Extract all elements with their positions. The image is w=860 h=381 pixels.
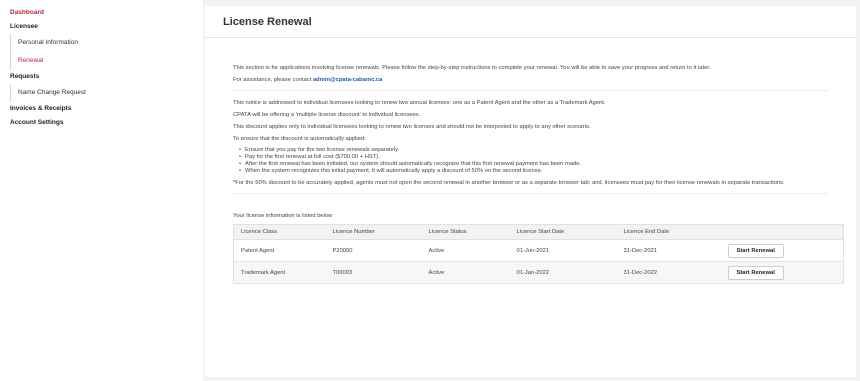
cell-action: Start Renewal <box>720 261 844 284</box>
notice-3: This discount applies only to individual… <box>233 124 591 130</box>
sidebar-item-name-change-request[interactable]: Name Change Request <box>18 84 203 102</box>
header-licence-start-date: Licence Start Date <box>509 224 617 240</box>
intro-text: This section is for applications involvi… <box>233 65 711 71</box>
sidebar-section-licensee[interactable]: Licensee <box>0 20 203 34</box>
sidebar-section-requests[interactable]: Requests <box>0 70 203 84</box>
requests-submenu: Name Change Request <box>10 84 203 102</box>
table-header-row: Licence Class Licence Number Licence Sta… <box>233 224 844 240</box>
discount-steps-list: Ensure that you pay for the two license … <box>239 147 828 175</box>
divider <box>233 90 828 91</box>
cell-end-date: 31-Dec-2021 <box>616 239 721 262</box>
header-licence-end-date: Licence End Date <box>616 224 721 240</box>
cell-start-date: 01-Jan-2022 <box>509 261 617 284</box>
table-row: Trademark Agent T00003 Active 01-Jan-202… <box>233 261 844 284</box>
sidebar-item-account-settings[interactable]: Account Settings <box>0 116 203 130</box>
sidebar-item-invoices-receipts[interactable]: Invoices & Receipts <box>0 102 203 116</box>
main-content: License Renewal This section is for appl… <box>203 0 860 381</box>
cell-action: Start Renewal <box>720 239 844 262</box>
cell-licence-status: Active <box>421 239 510 262</box>
card-header: License Renewal <box>205 6 856 38</box>
notice-4: To ensure that the discount is automatic… <box>233 136 366 142</box>
notice-2: CPATA will be offering a 'multiple licen… <box>233 112 421 118</box>
cell-end-date: 31-Dec-2022 <box>616 261 721 284</box>
start-renewal-button[interactable]: Start Renewal <box>727 243 784 258</box>
start-renewal-button[interactable]: Start Renewal <box>727 265 784 280</box>
app: Dashboard Licensee Personal Information … <box>0 0 860 381</box>
cell-licence-class: Trademark Agent <box>233 261 326 284</box>
divider <box>233 193 828 194</box>
page-title: License Renewal <box>223 15 312 28</box>
list-item: After the first renewal has been initiat… <box>239 161 828 168</box>
licensee-submenu: Personal Information Renewal <box>10 34 203 70</box>
cell-start-date: 01-Jun-2021 <box>509 239 617 262</box>
list-item: Pay for the first renewal at full cost (… <box>239 154 828 161</box>
footnote: *For the 50% discount to be accurately a… <box>233 180 785 186</box>
header-licence-class: Licence Class <box>233 224 326 240</box>
sidebar: Dashboard Licensee Personal Information … <box>0 0 203 381</box>
table-row: Patent Agent P20000 Active 01-Jun-2021 3… <box>233 239 844 262</box>
cell-licence-status: Active <box>421 261 510 284</box>
license-renewal-card: License Renewal This section is for appl… <box>205 6 856 377</box>
support-email-link[interactable]: admin@cpata-cabamc.ca <box>313 77 382 83</box>
list-item: When the system recognizes this initial … <box>239 168 828 175</box>
sidebar-item-personal-information[interactable]: Personal Information <box>18 34 203 52</box>
license-table: Licence Class Licence Number Licence Sta… <box>233 224 844 284</box>
sidebar-item-dashboard[interactable]: Dashboard <box>0 6 203 20</box>
header-action <box>720 224 844 240</box>
header-licence-number: Licence Number <box>325 224 422 240</box>
assistance-prefix: For assistance, please contact <box>233 77 312 83</box>
notice-1: This notice is addressed to individual l… <box>233 100 606 106</box>
table-intro: Your license information is listed below <box>233 213 333 219</box>
list-item: Ensure that you pay for the two license … <box>239 147 828 154</box>
cell-licence-class: Patent Agent <box>233 239 326 262</box>
cell-licence-number: P20000 <box>325 239 422 262</box>
assistance-text: For assistance, please contact admin@cpa… <box>233 76 828 84</box>
card-body: This section is for applications involvi… <box>205 38 856 284</box>
cell-licence-number: T00003 <box>325 261 422 284</box>
sidebar-item-renewal[interactable]: Renewal <box>18 52 203 70</box>
header-licence-status: Licence Status <box>421 224 510 240</box>
